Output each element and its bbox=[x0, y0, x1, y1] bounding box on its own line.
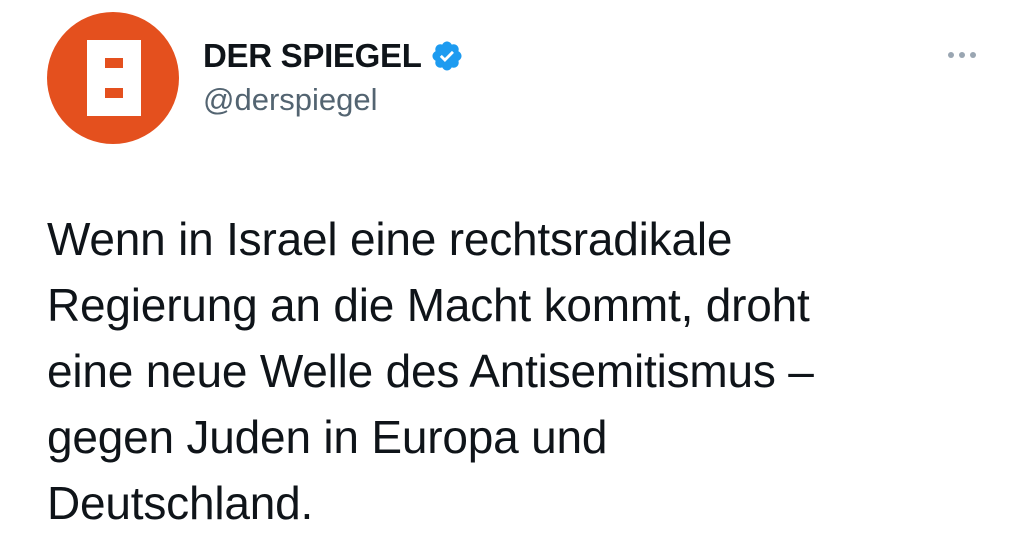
tweet-text: Wenn in Israel eine rechtsradikale Regie… bbox=[47, 213, 814, 529]
author-display-name[interactable]: DER SPIEGEL bbox=[203, 37, 422, 75]
avatar[interactable] bbox=[47, 12, 179, 144]
more-options-icon bbox=[970, 52, 976, 58]
more-options-button[interactable] bbox=[938, 40, 986, 70]
more-options-icon bbox=[959, 52, 965, 58]
author-name-row: DER SPIEGEL bbox=[203, 36, 464, 76]
tweet-card: DER SPIEGEL @derspiegel Wenn in Israel e… bbox=[0, 0, 1024, 555]
more-options-icon bbox=[948, 52, 954, 58]
verified-badge-icon bbox=[432, 41, 462, 71]
author-handle[interactable]: @derspiegel bbox=[203, 82, 378, 118]
spiegel-s-logo-icon bbox=[87, 40, 141, 116]
